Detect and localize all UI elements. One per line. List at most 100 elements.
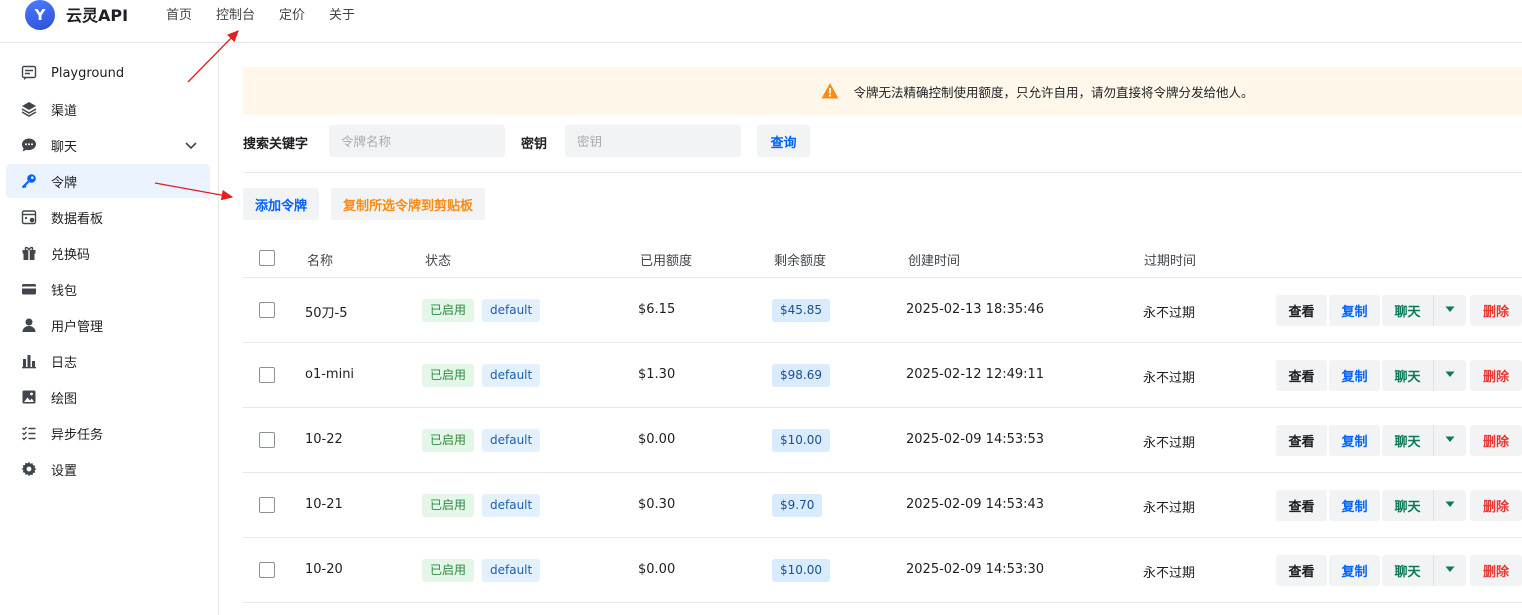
copy-button[interactable]: 复制 — [1329, 360, 1380, 391]
sidebar-item-users[interactable]: 用户管理 — [6, 308, 210, 342]
sidebar-item-dashboard[interactable]: 数据看板 — [6, 200, 210, 234]
token-name: 10-20 — [305, 562, 343, 577]
sidebar-item-settings[interactable]: 设置 — [6, 452, 210, 486]
caret-down-icon — [1445, 371, 1455, 377]
row-actions: 查看 复制 聊天 删除 — [1276, 555, 1522, 586]
sidebar-item-playground[interactable]: Playground — [6, 56, 210, 90]
copy-selected-tokens-button[interactable]: 复制所选令牌到剪贴板 — [331, 188, 486, 220]
caret-down-icon — [1445, 566, 1455, 572]
sidebar-item-drawing[interactable]: 绘图 — [6, 380, 210, 414]
logo[interactable]: Y — [25, 0, 55, 30]
nav-home[interactable]: 首页 — [166, 4, 192, 23]
view-button[interactable]: 查看 — [1276, 555, 1327, 586]
sidebar-item-label: 数据看板 — [51, 211, 104, 227]
row-checkbox[interactable] — [259, 302, 275, 318]
row-actions: 查看 复制 聊天 删除 — [1276, 425, 1522, 456]
sidebar-item-chat[interactable]: 聊天 — [6, 128, 210, 162]
sidebar-item-redeem-codes[interactable]: 兑换码 — [6, 236, 210, 270]
chevron-down-icon[interactable] — [184, 137, 198, 156]
table-row: 10-20 已启用 default $0.00 $10.00 2025-02-0… — [243, 538, 1522, 603]
copy-button[interactable]: 复制 — [1329, 425, 1380, 456]
search-keyword-label: 搜索关键字 — [243, 137, 309, 152]
group-badge: default — [482, 559, 541, 582]
dashboard-calendar-icon — [20, 208, 38, 226]
delete-button[interactable]: 删除 — [1470, 360, 1522, 391]
query-button[interactable]: 查询 — [757, 125, 810, 157]
expire-time: 永不过期 — [1143, 306, 1196, 321]
sidebar-item-label: 用户管理 — [51, 319, 104, 335]
chat-button[interactable]: 聊天 — [1382, 295, 1433, 326]
nav-console[interactable]: 控制台 — [216, 4, 255, 23]
caret-down-icon — [1445, 306, 1455, 312]
sidebar-item-label: 日志 — [51, 355, 78, 371]
brand-name[interactable]: 云灵API — [66, 2, 128, 26]
remaining-quota-badge: $98.69 — [772, 364, 830, 387]
expire-time: 永不过期 — [1143, 501, 1196, 516]
used-quota: $0.00 — [638, 562, 676, 577]
row-checkbox[interactable] — [259, 367, 275, 383]
sidebar-item-label: 聊天 — [51, 139, 78, 155]
used-quota: $6.15 — [638, 302, 676, 317]
chat-button[interactable]: 聊天 — [1382, 555, 1433, 586]
chat-button[interactable]: 聊天 — [1382, 425, 1433, 456]
column-header-name[interactable]: 名称 — [307, 250, 333, 269]
used-quota: $0.30 — [638, 497, 676, 512]
chat-dropdown-button[interactable] — [1433, 425, 1466, 456]
copy-button[interactable]: 复制 — [1329, 295, 1380, 326]
chat-dropdown-button[interactable] — [1433, 360, 1466, 391]
wallet-icon — [20, 280, 38, 298]
remaining-quota-badge: $9.70 — [772, 494, 823, 517]
chat-button[interactable]: 聊天 — [1382, 490, 1433, 521]
expire-time: 永不过期 — [1143, 371, 1196, 386]
remaining-quota-badge: $10.00 — [772, 559, 830, 582]
chat-button[interactable]: 聊天 — [1382, 360, 1433, 391]
bar-chart-icon — [20, 352, 38, 370]
table-row: 50刀-5 已启用 default $6.15 $45.85 2025-02-1… — [243, 278, 1522, 343]
sidebar-item-tokens[interactable]: 令牌 — [6, 164, 210, 198]
row-checkbox[interactable] — [259, 432, 275, 448]
row-checkbox[interactable] — [259, 562, 275, 578]
search-bar: 搜索关键字 密钥 查询 — [243, 125, 1522, 157]
created-time: 2025-02-09 14:53:43 — [906, 497, 1045, 512]
key-input[interactable] — [565, 125, 741, 157]
nav-about[interactable]: 关于 — [329, 4, 355, 23]
row-checkbox[interactable] — [259, 497, 275, 513]
chat-dropdown-button[interactable] — [1433, 490, 1466, 521]
delete-button[interactable]: 删除 — [1470, 490, 1522, 521]
column-header-remaining-quota[interactable]: 剩余额度 — [774, 250, 826, 269]
delete-button[interactable]: 删除 — [1470, 425, 1522, 456]
warning-text: 令牌无法精确控制使用额度，只允许自用，请勿直接将令牌分发给他人。 — [853, 84, 1254, 100]
column-header-expire-time[interactable]: 过期时间 — [1144, 250, 1196, 269]
chat-dropdown-button[interactable] — [1433, 295, 1466, 326]
status-badge: 已启用 — [422, 494, 475, 517]
copy-button[interactable]: 复制 — [1329, 490, 1380, 521]
column-header-status[interactable]: 状态 — [425, 250, 451, 269]
view-button[interactable]: 查看 — [1276, 360, 1327, 391]
divider — [243, 172, 1522, 173]
row-actions: 查看 复制 聊天 删除 — [1276, 295, 1522, 326]
caret-down-icon — [1445, 501, 1455, 507]
column-header-created-time[interactable]: 创建时间 — [908, 250, 960, 269]
gift-icon — [20, 244, 38, 262]
sidebar-item-label: 钱包 — [51, 283, 78, 299]
sidebar-item-label: 渠道 — [51, 103, 78, 119]
view-button[interactable]: 查看 — [1276, 295, 1327, 326]
view-button[interactable]: 查看 — [1276, 425, 1327, 456]
sidebar-item-logs[interactable]: 日志 — [6, 344, 210, 378]
chat-bubble-icon — [20, 136, 38, 154]
delete-button[interactable]: 删除 — [1470, 555, 1522, 586]
row-actions: 查看 复制 聊天 删除 — [1276, 360, 1522, 391]
nav-pricing[interactable]: 定价 — [279, 4, 305, 23]
copy-button[interactable]: 复制 — [1329, 555, 1380, 586]
column-header-used-quota[interactable]: 已用额度 — [640, 250, 692, 269]
view-button[interactable]: 查看 — [1276, 490, 1327, 521]
sidebar-item-wallet[interactable]: 钱包 — [6, 272, 210, 306]
delete-button[interactable]: 删除 — [1470, 295, 1522, 326]
sidebar-item-channels[interactable]: 渠道 — [6, 92, 210, 126]
sidebar-item-async-tasks[interactable]: 异步任务 — [6, 416, 210, 450]
used-quota: $0.00 — [638, 432, 676, 447]
token-name-input[interactable] — [329, 125, 505, 157]
chat-dropdown-button[interactable] — [1433, 555, 1466, 586]
select-all-checkbox[interactable] — [259, 250, 275, 266]
add-token-button[interactable]: 添加令牌 — [243, 188, 320, 220]
